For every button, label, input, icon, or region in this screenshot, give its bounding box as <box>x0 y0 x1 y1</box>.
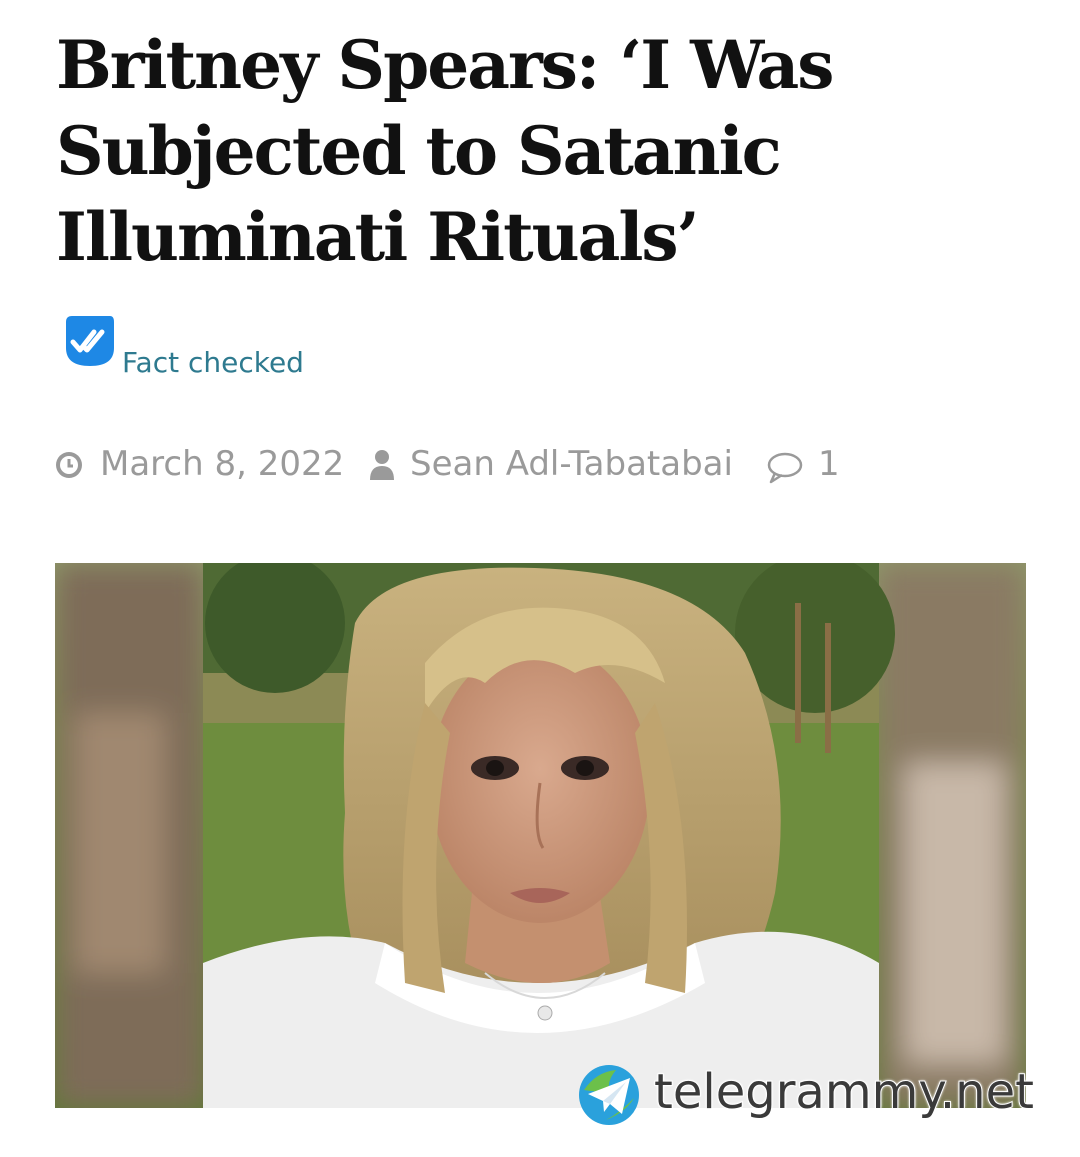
author-name[interactable]: Sean Adl-Tabatabai <box>410 444 733 484</box>
double-check-badge-icon <box>66 316 114 366</box>
clock-icon <box>56 452 82 478</box>
watermark: telegrammy.net <box>576 1062 1076 1132</box>
article-headline: Britney Spears: ‘I Was Subjected to Sata… <box>56 26 834 276</box>
speech-bubble-icon <box>767 452 803 484</box>
user-icon <box>370 450 394 480</box>
watermark-text: telegrammy.net <box>653 1063 1035 1121</box>
fact-check-label: Fact checked <box>122 346 304 379</box>
fact-check-badge[interactable]: Fact checked <box>58 312 458 382</box>
comment-count-text: 1 <box>818 444 840 484</box>
comment-count[interactable]: 1 <box>766 440 876 488</box>
publish-date: March 8, 2022 <box>54 440 344 488</box>
portrait-image <box>55 563 1026 1108</box>
publish-date-text: March 8, 2022 <box>100 444 345 484</box>
globe-paper-plane-logo <box>579 1065 639 1125</box>
article-meta: March 8, 2022 Sean Adl-Tabatabai 1 <box>54 440 954 490</box>
author[interactable]: Sean Adl-Tabatabai <box>368 440 768 488</box>
article-photo <box>55 563 1026 1108</box>
